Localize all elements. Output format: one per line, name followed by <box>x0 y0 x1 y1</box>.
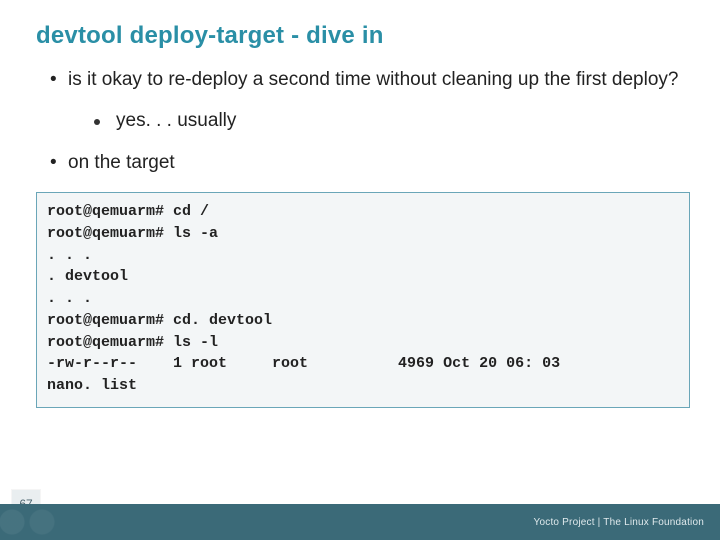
bullet-dot-icon: • <box>50 151 68 176</box>
footer-attribution: Yocto Project | The Linux Foundation <box>534 517 704 528</box>
bullet-text: yes. . . usually <box>116 109 236 134</box>
footer-bar: Yocto Project | The Linux Foundation <box>0 504 720 540</box>
bullet-level1: • on the target <box>50 151 684 176</box>
bullet-text: is it okay to re-deploy a second time wi… <box>68 68 678 93</box>
bullet-level2: yes. . . usually <box>94 109 684 134</box>
bullet-dot-icon: • <box>50 68 68 93</box>
slide-title: devtool deploy-target - dive in <box>0 0 720 56</box>
bullet-text: on the target <box>68 151 175 176</box>
slide: devtool deploy-target - dive in • is it … <box>0 0 720 540</box>
slide-content: • is it okay to re-deploy a second time … <box>0 56 720 176</box>
bullet-level1: • is it okay to re-deploy a second time … <box>50 68 684 93</box>
bullet-dot2-icon <box>94 109 116 134</box>
terminal-output: root@qemuarm# cd / root@qemuarm# ls -a .… <box>36 192 690 408</box>
